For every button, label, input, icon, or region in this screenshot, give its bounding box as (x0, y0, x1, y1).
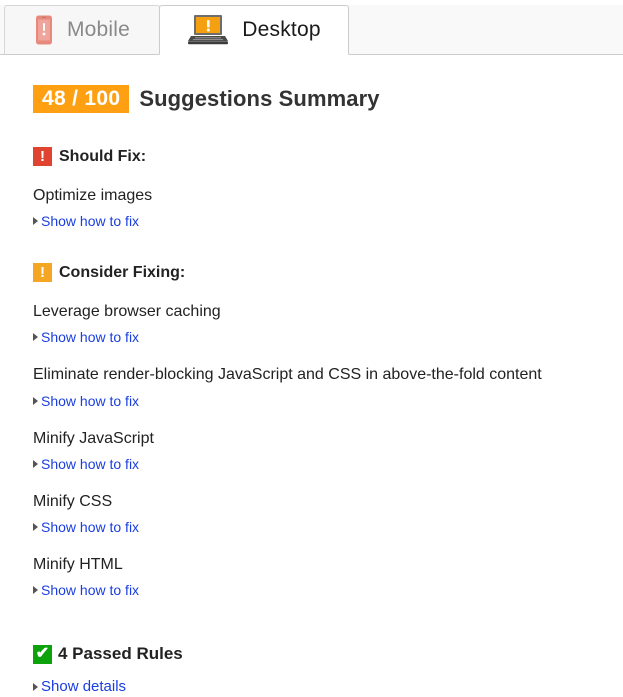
show-how-to-fix-row[interactable]: Show how to fix (33, 456, 623, 472)
section-header-passed-rules: ✔ 4 Passed Rules (33, 644, 623, 664)
suggestions-summary-header: 48 / 100 Suggestions Summary (33, 85, 623, 113)
exclamation-icon: ! (33, 263, 52, 283)
show-details-link[interactable]: Show details (41, 678, 126, 695)
section-title-should-fix: Should Fix: (59, 147, 147, 165)
rule-name: Leverage browser caching (33, 303, 221, 321)
check-icon: ✔ (33, 644, 52, 664)
show-how-to-fix-link[interactable]: Show how to fix (41, 582, 139, 598)
show-how-to-fix-row[interactable]: Show how to fix (33, 582, 623, 598)
rule-item: Optimize images Show how to fix (33, 186, 623, 229)
show-how-to-fix-link[interactable]: Show how to fix (41, 519, 139, 535)
show-how-to-fix-link[interactable]: Show how to fix (41, 329, 139, 345)
caret-right-icon (33, 396, 38, 405)
score-badge: 48 / 100 (33, 85, 130, 113)
show-how-to-fix-row[interactable]: Show how to fix (33, 213, 623, 229)
page-title: Suggestions Summary (139, 86, 380, 111)
section-title-consider-fixing: Consider Fixing: (59, 263, 186, 281)
laptop-warning-icon (187, 14, 229, 46)
rule-item: Leverage browser caching Show how to fix (33, 302, 623, 345)
caret-right-icon (33, 522, 38, 531)
rule-name: Minify JavaScript (33, 429, 154, 447)
tab-desktop-label: Desktop (242, 18, 321, 41)
show-how-to-fix-link[interactable]: Show how to fix (41, 213, 139, 229)
section-header-should-fix: ! Should Fix: (33, 147, 623, 166)
show-how-to-fix-link[interactable]: Show how to fix (41, 456, 139, 472)
show-how-to-fix-link[interactable]: Show how to fix (41, 393, 139, 409)
rule-name: Eliminate render-blocking JavaScript and… (33, 366, 542, 384)
rule-name: Minify CSS (33, 492, 113, 510)
tab-mobile-label: Mobile (66, 18, 131, 41)
show-how-to-fix-row[interactable]: Show how to fix (33, 519, 623, 535)
section-header-consider-fixing: ! Consider Fixing: (33, 263, 623, 283)
show-how-to-fix-row[interactable]: Show how to fix (33, 393, 623, 409)
show-how-to-fix-row[interactable]: Show how to fix (33, 329, 623, 345)
section-should-fix: ! Should Fix: Optimize images Show how t… (33, 147, 623, 229)
passed-rules-title: 4 Passed Rules (58, 644, 183, 664)
check-glyph: ✔ (35, 645, 50, 663)
tab-desktop[interactable]: Desktop (159, 5, 349, 55)
mobile-phone-warning-icon (34, 15, 54, 45)
caret-right-icon (33, 586, 38, 595)
exclamation-icon: ! (33, 147, 52, 166)
rule-item: Minify HTML Show how to fix (33, 555, 623, 598)
caret-right-icon (33, 333, 38, 342)
exclamation-glyph: ! (40, 148, 45, 165)
report-content: 48 / 100 Suggestions Summary ! Should Fi… (0, 85, 623, 695)
show-details-row[interactable]: Show details (33, 678, 623, 695)
caret-right-icon (33, 217, 38, 226)
rule-item: Minify CSS Show how to fix (33, 492, 623, 535)
rule-name: Minify HTML (33, 555, 123, 573)
tab-strip: Mobile Desktop (0, 0, 623, 55)
caret-right-icon (33, 682, 38, 691)
caret-right-icon (33, 459, 38, 468)
rule-item: Eliminate render-blocking JavaScript and… (33, 365, 623, 409)
exclamation-glyph: ! (40, 264, 45, 282)
rule-item: Minify JavaScript Show how to fix (33, 429, 623, 472)
section-consider-fixing: ! Consider Fixing: Leverage browser cach… (33, 263, 623, 598)
section-passed-rules: ✔ 4 Passed Rules Show details (33, 644, 623, 695)
rule-name: Optimize images (33, 187, 153, 204)
tab-mobile[interactable]: Mobile (4, 5, 160, 55)
